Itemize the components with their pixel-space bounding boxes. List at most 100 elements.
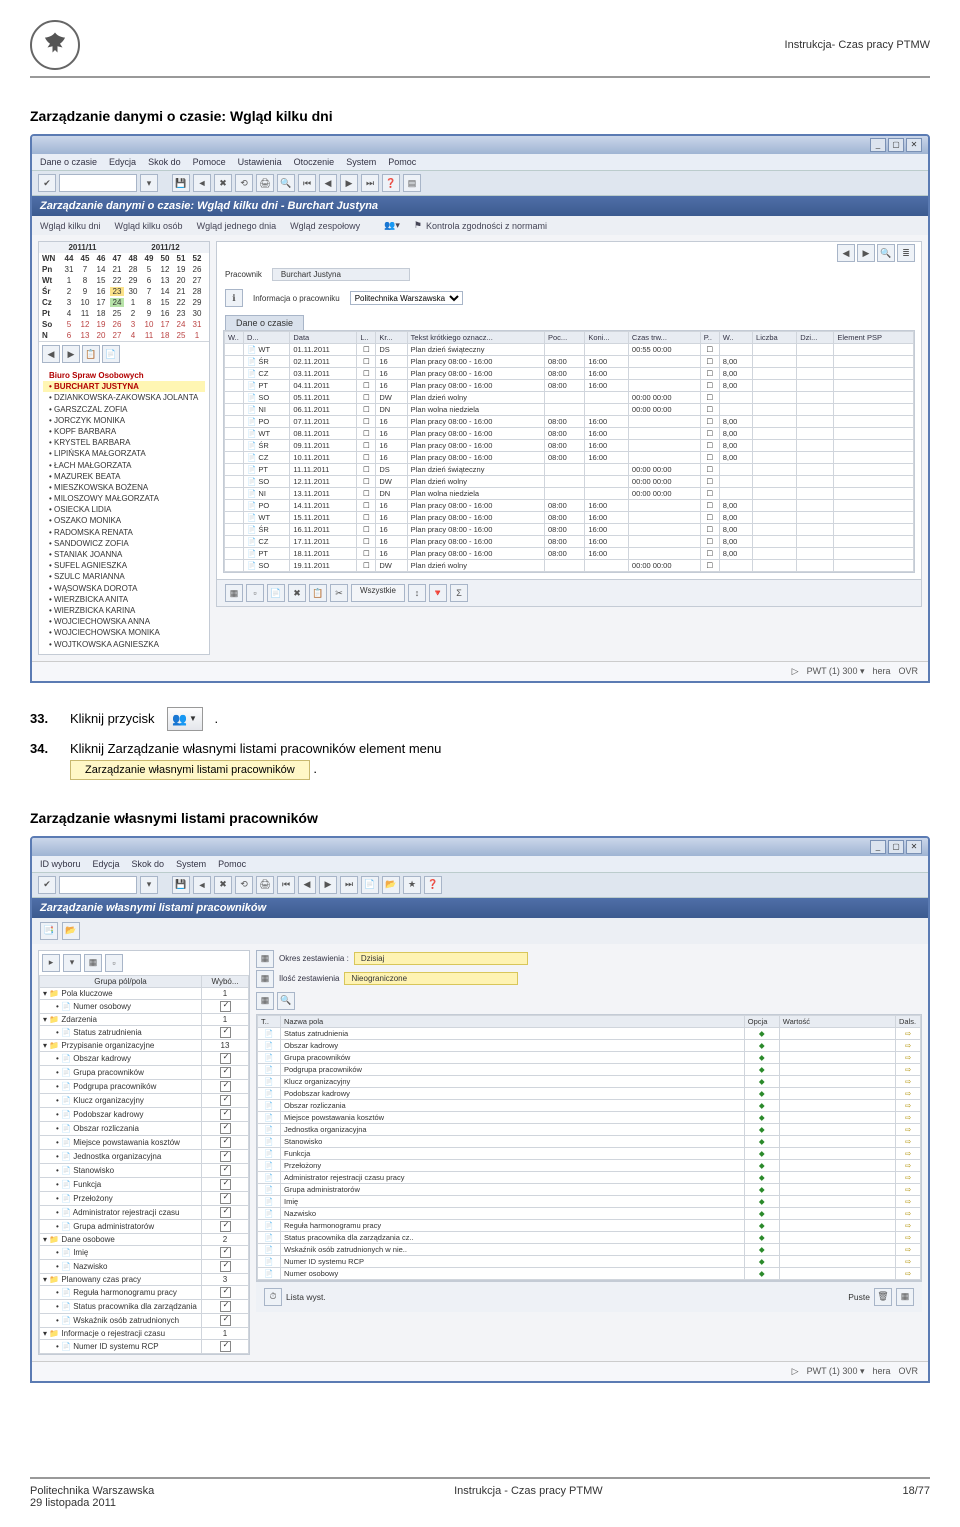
cancel-icon[interactable]: ⟲ — [235, 876, 253, 894]
save-icon[interactable]: 💾 — [172, 174, 190, 192]
grid-sum-icon[interactable]: Σ — [450, 584, 468, 602]
grid-header[interactable]: W.. — [719, 332, 752, 344]
sel-row[interactable]: 📄Status zatrudnienia◆⇨ — [258, 1027, 921, 1039]
tree-item[interactable]: • 📄 Jednostka organizacyjna — [40, 1149, 249, 1163]
tree-group[interactable]: ▾ 📁 Pola kluczowe1 — [40, 987, 249, 999]
menu-item[interactable]: Pomoc — [218, 859, 246, 869]
grid-filter-icon[interactable]: 🔻 — [429, 584, 447, 602]
employee-item[interactable]: • MAZUREK BEATA — [43, 471, 205, 482]
tab-dane-o-czasie[interactable]: Dane o czasie — [225, 315, 304, 330]
menu-item[interactable]: System — [176, 859, 206, 869]
tree-item[interactable]: • 📄 Miejsce powstawania kosztów — [40, 1135, 249, 1149]
employee-item[interactable]: • SANDOWICZ ZOFIA — [43, 538, 205, 549]
close-button[interactable]: ✕ — [906, 138, 922, 152]
tree-item[interactable]: • 📄 Wskaźnik osób zatrudnionych — [40, 1313, 249, 1327]
sel-row[interactable]: 📄Podgrupa pracowników◆⇨ — [258, 1063, 921, 1075]
tree-item[interactable]: • 📄 Administrator rejestracji czasu — [40, 1205, 249, 1219]
employee-item[interactable]: • MIESZKOWSKA BOŻENA — [43, 482, 205, 493]
list-icon[interactable]: ≣ — [897, 244, 915, 262]
open-icon[interactable]: 📂 — [382, 876, 400, 894]
next-employee-icon[interactable]: ▶ — [857, 244, 875, 262]
minimize-button[interactable]: _ — [870, 138, 886, 152]
grid-header[interactable]: Data — [290, 332, 357, 344]
grid-header[interactable]: Liczba — [753, 332, 797, 344]
maximize-button[interactable]: ▢ — [888, 840, 904, 854]
employee-item[interactable]: • BURCHART JUSTYNA — [43, 381, 205, 392]
grid-header[interactable]: Element PSP — [834, 332, 914, 344]
grid-copy-icon[interactable]: 📋 — [309, 584, 327, 602]
nav-next-icon[interactable]: ▶ — [62, 345, 80, 363]
sel-row[interactable]: 📄Przełożony◆⇨ — [258, 1159, 921, 1171]
grid-header[interactable]: Poc... — [545, 332, 585, 344]
tree-item[interactable]: • 📄 Podobszar kadrowy — [40, 1107, 249, 1121]
sel-row[interactable]: 📄Status pracownika dla zarządzania cz..◆… — [258, 1231, 921, 1243]
info-icon[interactable]: ℹ — [225, 289, 243, 307]
employee-item[interactable]: • DZIANKOWSKA-ZAKOWSKA JOLANTA — [43, 392, 205, 403]
collapse-icon[interactable]: ▾ — [63, 954, 81, 972]
tree-item[interactable]: • 📄 Klucz organizacyjny — [40, 1093, 249, 1107]
sel-row[interactable]: 📄Obszar rozliczania◆⇨ — [258, 1099, 921, 1111]
dropdown-icon[interactable]: ▾ — [140, 174, 158, 192]
menu-item[interactable]: Dane o czasie — [40, 157, 97, 167]
grid-deselect-icon[interactable]: ▫ — [246, 584, 264, 602]
table-row[interactable]: 📄 WT01.11.2011☐DSPlan dzień świąteczny00… — [225, 344, 914, 356]
table-row[interactable]: 📄 ŚR09.11.2011☐16Plan pracy 08:00 - 16:0… — [225, 440, 914, 452]
prev-page-icon[interactable]: ◀ — [319, 174, 337, 192]
sel-row[interactable]: 📄Funkcja◆⇨ — [258, 1147, 921, 1159]
command-field[interactable] — [59, 174, 137, 192]
menu-item[interactable]: Pomoce — [193, 157, 226, 167]
next-page-icon[interactable]: ▶ — [319, 876, 337, 894]
sel-row[interactable]: 📄Podobszar kadrowy◆⇨ — [258, 1087, 921, 1099]
grid-header[interactable]: Koni... — [585, 332, 629, 344]
select-all-icon[interactable]: ▦ — [84, 954, 102, 972]
table-row[interactable]: 📄 NI06.11.2011☐DNPlan wolna niedziela00:… — [225, 404, 914, 416]
table-row[interactable]: 📄 PO14.11.2011☐16Plan pracy 08:00 - 16:0… — [225, 500, 914, 512]
table-row[interactable]: 📄 SO19.11.2011☐DWPlan dzień wolny00:00 0… — [225, 560, 914, 572]
people-icon-button[interactable]: 👥▾ — [384, 220, 400, 231]
tree-item[interactable]: • 📄 Numer ID systemu RCP — [40, 1339, 249, 1353]
view-tab[interactable]: Wgląd kilku dni — [40, 221, 101, 231]
grid-select-all-icon[interactable]: ▦ — [225, 584, 243, 602]
sel-row[interactable]: 📄Grupa administratorów◆⇨ — [258, 1183, 921, 1195]
employee-item[interactable]: • WĄSOWSKA DOROTA — [43, 583, 205, 594]
sel-row[interactable]: 📄Obszar kadrowy◆⇨ — [258, 1039, 921, 1051]
variant-icon[interactable]: 📑 — [40, 922, 58, 940]
check-icon[interactable]: ✔ — [38, 876, 56, 894]
tree-group[interactable]: ▾ 📁 Zdarzenia1 — [40, 1013, 249, 1025]
tree-item[interactable]: • 📄 Funkcja — [40, 1177, 249, 1191]
exit-icon[interactable]: ✖ — [214, 876, 232, 894]
table-row[interactable]: 📄 CZ03.11.2011☐16Plan pracy 08:00 - 16:0… — [225, 368, 914, 380]
employee-item[interactable]: • WOJCIECHOWSKA ANNA — [43, 616, 205, 627]
grid-header[interactable]: L.. — [357, 332, 376, 344]
employee-item[interactable]: • WIERZBICKA ANITA — [43, 594, 205, 605]
filter-count-value[interactable]: Nieograniczone — [344, 972, 518, 985]
grid-header[interactable]: W.. — [225, 332, 244, 344]
employee-item[interactable]: • KRYSTEL BARBARA — [43, 437, 205, 448]
tree-item[interactable]: • 📄 Obszar rozliczania — [40, 1121, 249, 1135]
table-row[interactable]: 📄 NI13.11.2011☐DNPlan wolna niedziela00:… — [225, 488, 914, 500]
sel-row[interactable]: 📄Nazwisko◆⇨ — [258, 1207, 921, 1219]
sel-row[interactable]: 📄Grupa pracowników◆⇨ — [258, 1051, 921, 1063]
filter-icon[interactable]: ▦ — [256, 950, 274, 968]
sel-tool-icon[interactable]: ▦ — [256, 992, 274, 1010]
grid-cut-icon[interactable]: ✂ — [330, 584, 348, 602]
menu-item[interactable]: Edycja — [109, 157, 136, 167]
table-row[interactable]: 📄 ŚR16.11.2011☐16Plan pracy 08:00 - 16:0… — [225, 524, 914, 536]
tree-item[interactable]: • 📄 Przełożony — [40, 1191, 249, 1205]
command-field[interactable] — [59, 876, 137, 894]
sel-row[interactable]: 📄Reguła harmonogramu pracy◆⇨ — [258, 1219, 921, 1231]
grid-header[interactable]: Dzi... — [797, 332, 834, 344]
back-icon[interactable]: ◄ — [193, 876, 211, 894]
doc-icon[interactable]: 📄 — [102, 345, 120, 363]
employee-item[interactable]: • WIERZBICKA KARINA — [43, 605, 205, 616]
employee-item[interactable]: • OSIECKA LIDIA — [43, 504, 205, 515]
employee-item[interactable]: • KOPF BARBARA — [43, 426, 205, 437]
table-row[interactable]: 📄 WT15.11.2011☐16Plan pracy 08:00 - 16:0… — [225, 512, 914, 524]
table-row[interactable]: 📄 ŚR02.11.2011☐16Plan pracy 08:00 - 16:0… — [225, 356, 914, 368]
employee-item[interactable]: • SZULC MARIANNA — [43, 571, 205, 582]
sel-row[interactable]: 📄Imię◆⇨ — [258, 1195, 921, 1207]
help-icon[interactable]: ❓ — [382, 174, 400, 192]
selection-fields-table[interactable]: T..Nazwa polaOpcjaWartośćDals. 📄Status z… — [257, 1015, 921, 1280]
grid-header[interactable]: Kr... — [376, 332, 407, 344]
more-icon[interactable]: ▦ — [896, 1288, 914, 1306]
